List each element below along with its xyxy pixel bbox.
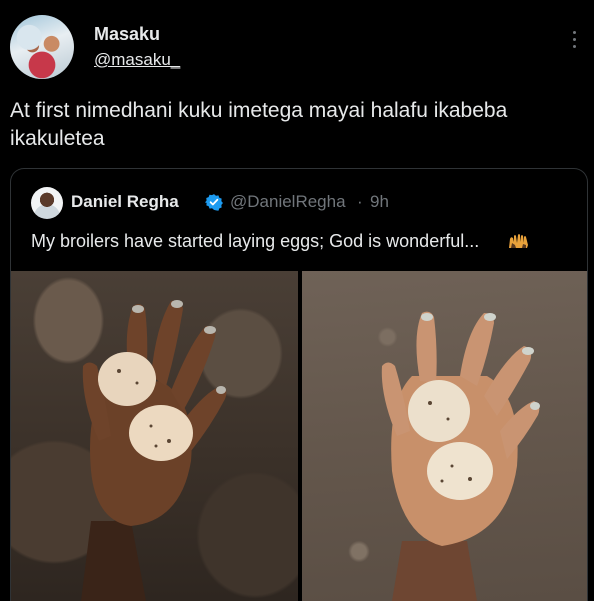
- quoted-author-avatar[interactable]: [31, 187, 63, 219]
- author-name[interactable]: Masaku: [94, 24, 160, 45]
- hand-with-eggs-photo-left[interactable]: [11, 271, 298, 601]
- quoted-tweet[interactable]: Daniel Regha @DanielRegha · 9h My broile…: [10, 168, 588, 601]
- quoted-author-handle[interactable]: @DanielRegha: [230, 192, 346, 212]
- hand-with-eggs-photo-right[interactable]: [302, 271, 587, 601]
- raised-hands-emoji: [509, 234, 528, 248]
- author-handle[interactable]: @masaku_: [94, 50, 180, 70]
- tweet-text: At first nimedhani kuku imetega mayai ha…: [10, 99, 508, 150]
- verified-badge-icon: [205, 194, 223, 211]
- quoted-author-name[interactable]: Daniel Regha: [71, 192, 179, 212]
- author-avatar[interactable]: [10, 15, 74, 79]
- tweet: Masaku @masaku_ At first nimedhani kuku …: [0, 0, 594, 601]
- timestamp-separator: ·: [357, 192, 363, 211]
- quoted-timestamp[interactable]: 9h: [370, 192, 389, 212]
- quoted-tweet-text: My broilers have started laying eggs; Go…: [31, 231, 480, 251]
- more-options-icon[interactable]: [565, 28, 583, 54]
